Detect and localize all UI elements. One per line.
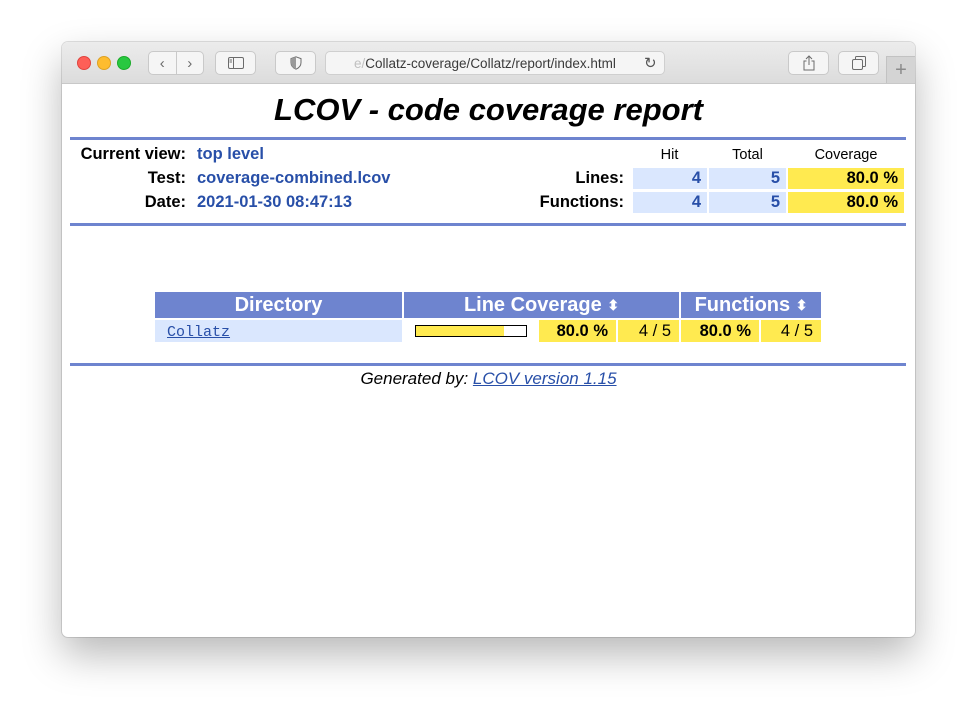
total-column-header: Total (732, 147, 763, 163)
new-tab-button[interactable]: + (886, 56, 915, 83)
forward-chevron-icon[interactable]: › (177, 55, 204, 72)
back-forward-group: ‹ › (148, 51, 204, 75)
current-view-link[interactable]: top level (197, 145, 264, 164)
directory-header-label: Directory (234, 294, 323, 316)
tabs-icon (851, 56, 866, 70)
lines-label: Lines: (575, 169, 624, 187)
test-value: coverage-combined.lcov (197, 169, 391, 187)
test-label: Test: (147, 169, 186, 187)
coverage-bar-fill (416, 326, 504, 336)
date-label: Date: (144, 193, 186, 211)
functions-hit-value: 4 (633, 192, 707, 213)
functions-header-label: Functions (694, 294, 791, 316)
share-button[interactable] (788, 51, 829, 75)
page-content: LCOV - code coverage report Current view… (62, 84, 915, 637)
sidebar-toggle-button[interactable] (215, 51, 256, 75)
functions-column-header[interactable]: Functions ⬍ (681, 292, 821, 318)
lcov-version-link[interactable]: LCOV version 1.15 (473, 369, 617, 388)
url-text: Collatz-coverage/Collatz/report/index.ht… (365, 55, 616, 71)
page-title: LCOV - code coverage report (274, 92, 703, 127)
header-rule-bottom (70, 223, 906, 226)
functions-total-value: 5 (709, 192, 786, 213)
lines-coverage-value: 80.0 % (788, 168, 904, 189)
minimize-window-button[interactable] (97, 56, 111, 70)
directory-link-collatz[interactable]: Collatz (167, 324, 230, 341)
footer-rule (70, 363, 906, 366)
browser-toolbar: ‹ › e/Collatz-coverage/Collatz/report/in… (62, 42, 915, 84)
zoom-window-button[interactable] (117, 56, 131, 70)
table-row-directory-cell: Collatz (155, 320, 402, 342)
date-value: 2021-01-30 08:47:13 (197, 193, 353, 211)
privacy-report-button[interactable] (275, 51, 316, 75)
shield-icon (290, 56, 301, 70)
directory-column-header: Directory (155, 292, 402, 318)
current-view-label: Current view: (80, 145, 186, 163)
sort-arrows-icon[interactable]: ⬍ (607, 297, 619, 313)
lines-hit-value: 4 (633, 168, 707, 189)
generated-by-label: Generated by: (360, 369, 473, 388)
coverage-bar (415, 325, 527, 337)
share-icon (803, 55, 814, 71)
functions-label: Functions: (539, 193, 624, 211)
lines-total-value: 5 (709, 168, 786, 189)
coverage-column-header: Coverage (814, 147, 878, 163)
close-window-button[interactable] (77, 56, 91, 70)
functions-coverage-value: 80.0 % (788, 192, 904, 213)
back-chevron-icon[interactable]: ‹ (149, 55, 176, 72)
url-faded-prefix: e/ (354, 55, 366, 71)
header-rule-top (70, 137, 906, 140)
tab-overview-button[interactable] (838, 51, 879, 75)
sidebar-icon (227, 57, 244, 69)
sort-arrows-icon[interactable]: ⬍ (796, 297, 808, 313)
line-coverage-percent: 80.0 % (539, 320, 616, 342)
hit-column-header: Hit (660, 147, 679, 163)
function-coverage-percent: 80.0 % (681, 320, 759, 342)
address-bar[interactable]: e/Collatz-coverage/Collatz/report/index.… (325, 51, 665, 75)
function-coverage-count: 4 / 5 (761, 320, 821, 342)
line-coverage-count: 4 / 5 (618, 320, 679, 342)
line-coverage-header-label: Line Coverage (463, 294, 602, 316)
browser-window: ‹ › e/Collatz-coverage/Collatz/report/in… (62, 42, 915, 637)
line-coverage-bar-cell (404, 320, 537, 342)
line-coverage-column-header[interactable]: Line Coverage ⬍ (404, 292, 679, 318)
footer: Generated by: LCOV version 1.15 (62, 369, 915, 389)
reload-icon[interactable]: ↻ (644, 54, 657, 72)
